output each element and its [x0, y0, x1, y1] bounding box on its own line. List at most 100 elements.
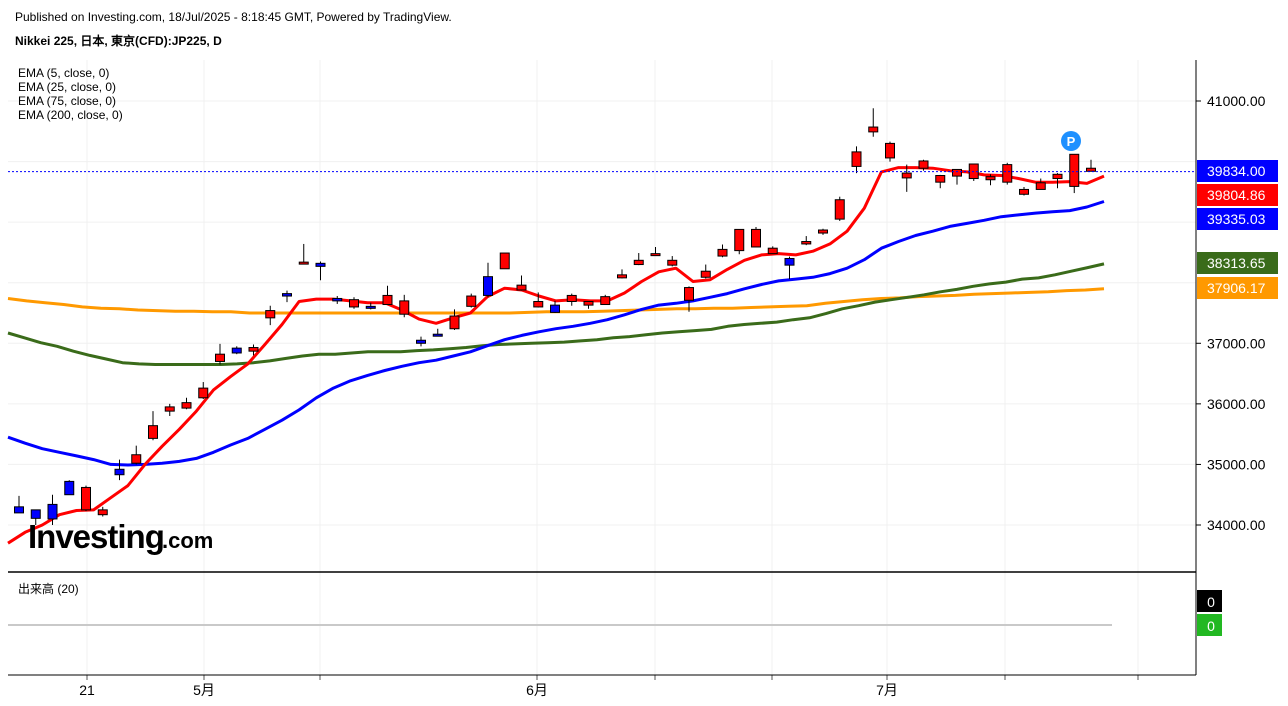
candle-55 — [935, 174, 946, 189]
volume-label: 出来高 (20) — [18, 581, 79, 596]
candle-36 — [617, 269, 627, 279]
candle-body — [265, 310, 276, 319]
candle-63 — [1069, 153, 1080, 194]
candle-0 — [14, 495, 24, 514]
candle-25 — [432, 328, 443, 337]
candle-15 — [265, 305, 276, 326]
candle-50 — [851, 146, 862, 174]
axes — [8, 60, 1197, 676]
y-tick-label-3: 37000.00 — [1207, 335, 1266, 351]
candle-8 — [148, 411, 158, 441]
candle-body — [751, 228, 761, 248]
candle-body — [97, 509, 108, 516]
candle-43 — [734, 228, 745, 255]
candle-22 — [382, 285, 393, 306]
x-tick-label-0: 21 — [79, 682, 95, 698]
candle-37 — [633, 253, 644, 266]
candle-60 — [1019, 187, 1029, 196]
price-label-text: 39335.03 — [1207, 211, 1266, 227]
candle-body — [717, 248, 728, 257]
candle-body — [432, 333, 443, 337]
candle-body — [382, 294, 393, 306]
price-chart[interactable]: Investing .com EMA (5, close, 0) EMA (25… — [0, 0, 1288, 706]
candle-body — [1052, 173, 1063, 180]
candle-9 — [164, 403, 175, 416]
candle-body — [1035, 182, 1046, 190]
y-axis-ticks: 34000.00 35000.00 36000.00 37000.00 41000.00 — [1196, 93, 1266, 533]
investing-watermark: Investing .com — [28, 518, 213, 555]
candle-body — [416, 339, 426, 344]
candle-body — [181, 402, 192, 409]
candle-6 — [114, 459, 125, 481]
candle-body — [667, 259, 678, 266]
candle-body — [935, 175, 946, 183]
candle-body — [248, 347, 259, 352]
candle-16 — [282, 290, 292, 303]
candle-body — [282, 293, 292, 297]
candle-body — [566, 294, 577, 302]
candle-body — [332, 297, 343, 302]
candle-body — [81, 486, 91, 511]
candle-body — [952, 168, 962, 177]
candle-49 — [834, 196, 845, 221]
p-marker-label: P — [1067, 134, 1076, 149]
candle-18 — [315, 261, 326, 281]
p-marker[interactable]: P — [1061, 131, 1081, 151]
candle-11 — [198, 382, 209, 400]
legend-ema25: EMA (25, close, 0) — [18, 80, 116, 94]
candle-body — [985, 176, 996, 181]
candle-body — [583, 300, 594, 306]
candle-body — [114, 468, 125, 476]
candle-19 — [332, 296, 343, 304]
candle-27 — [466, 293, 477, 308]
candle-7 — [131, 445, 142, 465]
y-tick-label-4: 41000.00 — [1207, 93, 1266, 109]
candle-35 — [600, 294, 611, 306]
candle-body — [466, 295, 477, 307]
watermark-suffix: .com — [162, 528, 213, 553]
candle-46 — [784, 256, 795, 280]
candle-body — [600, 296, 611, 306]
price-label-text: 39804.86 — [1207, 187, 1266, 203]
watermark-brand: Investing — [28, 518, 164, 555]
price-label-text: 39834.00 — [1207, 163, 1266, 179]
candle-23 — [399, 294, 410, 318]
ema5-line — [7, 166, 1105, 545]
candle-61 — [1035, 178, 1046, 190]
candle-body — [64, 480, 75, 496]
candle-body — [483, 276, 493, 296]
candle-body — [901, 172, 912, 179]
candle-body — [834, 199, 845, 220]
candle-body — [767, 247, 778, 255]
y-tick-label-0: 34000.00 — [1207, 517, 1266, 533]
candle-body — [734, 228, 745, 252]
candle-body — [1019, 188, 1029, 195]
ema-lines — [7, 166, 1105, 545]
candle-body — [533, 300, 544, 308]
candle-body — [164, 406, 175, 412]
x-tick-label-1: 5月 — [193, 682, 215, 698]
candle-20 — [349, 297, 359, 309]
candle-body — [47, 503, 58, 520]
candle-body — [851, 151, 862, 167]
candle-42 — [717, 244, 728, 258]
candle-51 — [868, 108, 879, 137]
price-label-4: 37906.17 — [1197, 277, 1278, 299]
candle-29 — [499, 252, 510, 270]
candle-24 — [416, 336, 426, 347]
candle-10 — [181, 397, 192, 410]
candle-13 — [231, 346, 242, 355]
candle-body — [365, 305, 376, 309]
candle-5 — [97, 506, 108, 517]
candle-body — [14, 506, 24, 514]
candle-body — [633, 259, 644, 266]
candle-body — [801, 241, 812, 245]
candle-body — [684, 287, 694, 301]
candle-body — [298, 261, 309, 265]
candle-34 — [583, 300, 594, 309]
candle-body — [1086, 167, 1096, 172]
candle-59 — [1002, 162, 1013, 185]
candle-body — [650, 253, 661, 257]
legend-ema5: EMA (5, close, 0) — [18, 66, 109, 80]
candle-body — [818, 229, 828, 234]
